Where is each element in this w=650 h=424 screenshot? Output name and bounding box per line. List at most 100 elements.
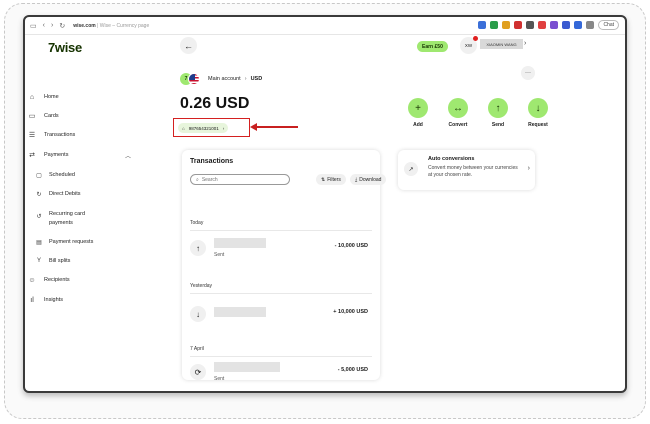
search-box[interactable]: ⌕ [190, 174, 290, 185]
filters-label: Filters [327, 176, 341, 183]
sidebar-item-bill-splits[interactable]: Y Bill splits [36, 257, 70, 265]
sidebar-item-scheduled[interactable]: ▢ Scheduled [36, 171, 75, 179]
us-flag-icon [188, 73, 200, 85]
sidebar-item-label: Home [44, 94, 59, 100]
transaction-status: Sent [214, 376, 225, 382]
auto-conversions-card[interactable]: ↗ Auto conversions Convert money between… [398, 150, 535, 190]
extension-icon[interactable] [574, 21, 583, 29]
recipient-name-redacted [214, 238, 266, 248]
search-input[interactable] [201, 176, 282, 183]
add-button[interactable]: + Add [403, 98, 433, 128]
forward-arrow-icon[interactable]: › [51, 22, 53, 29]
filters-button[interactable]: ⇅ Filters [316, 174, 346, 185]
arrow-down-icon: ↓ [528, 98, 548, 118]
transaction-row[interactable]: ↑ Sent - 10,000 USD [190, 238, 372, 272]
refresh-icon: ↻ [36, 191, 42, 198]
sidebar-item-label: Recipients [44, 277, 70, 283]
request-label: Request [528, 122, 548, 128]
list-icon: ☰ [28, 132, 36, 139]
sidebar-item-cards[interactable]: ▭ Cards [28, 112, 59, 120]
sidebar-toggle-icon[interactable]: ▭ [30, 22, 37, 30]
transactions-card: Transactions ⌕ ⇅ Filters ⤓ Download Toda… [182, 150, 387, 382]
sidebar-item-home[interactable]: ⌂ Home [28, 93, 59, 101]
earn-referral-button[interactable]: Earn £50 [417, 41, 448, 52]
arrow-left-icon: ← [184, 40, 193, 51]
address-bar[interactable]: wise.com | Wise – Currency page [73, 23, 149, 29]
sidebar-item-label-line1: Recurring card [49, 211, 86, 217]
sidebar-item-insights[interactable]: ıl Insights [28, 296, 63, 304]
sidebar-item-recipients[interactable]: ☺ Recipients [28, 276, 70, 284]
sidebar-item-label: Recurring card payments [49, 210, 85, 228]
extension-icon[interactable] [562, 21, 571, 29]
browser-toolbar: ▭ ‹ › ↻ wise.com | Wise – Currency page … [25, 17, 625, 35]
sidebar-item-label-line2: payments [49, 220, 73, 226]
url-host: wise.com [73, 22, 96, 29]
transaction-row[interactable]: ⟳ Sent - 5,000 USD [190, 362, 372, 396]
download-icon: ⤓ [355, 176, 358, 183]
transaction-amount: - 10,000 USD [334, 243, 368, 249]
download-label: Download [359, 176, 382, 183]
home-icon: ⌂ [29, 93, 35, 101]
sidebar-item-transactions[interactable]: ☰ Transactions [28, 131, 75, 139]
breadcrumb-separator-icon: › [244, 76, 247, 82]
extension-icon[interactable] [478, 21, 487, 29]
wise-logo[interactable]: 7wise [48, 40, 82, 55]
sidebar-item-payment-requests[interactable]: ▤ Payment requests [36, 238, 93, 246]
trend-arrow-icon: ↗ [404, 162, 418, 176]
convert-arrows-icon: ↔ [448, 98, 468, 118]
auto-conversions-title: Auto conversions [428, 156, 475, 162]
extension-icon[interactable] [502, 21, 511, 29]
sidebar-item-payments[interactable]: ⇄ Payments [28, 151, 68, 159]
add-label: Add [413, 122, 423, 128]
user-name[interactable]: XIAOMIN WANG [480, 39, 523, 49]
back-arrow-icon[interactable]: ‹ [43, 22, 45, 29]
arrow-up-icon: ↑ [488, 98, 508, 118]
request-button[interactable]: ↓ Request [523, 98, 553, 128]
transaction-row[interactable]: ↓ + 10,000 USD [190, 304, 372, 338]
browser-nav: ▭ ‹ › ↻ [30, 22, 65, 30]
divider [190, 356, 372, 357]
breadcrumb-parent[interactable]: Main account [208, 76, 241, 82]
account-flags: 7 [180, 73, 202, 85]
sidebar-item-recurring-card-payments[interactable]: ↺ Recurring card payments [36, 210, 85, 228]
extension-icon[interactable] [538, 21, 547, 29]
extension-icon[interactable] [550, 21, 559, 29]
chevron-up-icon[interactable]: ︿ [125, 151, 131, 160]
chevron-right-icon[interactable]: › [524, 40, 526, 47]
auto-conversions-description: Convert money between your currencies at… [428, 165, 518, 178]
recurring-icon: ↺ [36, 213, 42, 220]
card-icon: ▭ [28, 113, 36, 120]
extensions-bar: Chat [478, 20, 619, 30]
transactions-title: Transactions [190, 158, 234, 165]
send-label: Send [491, 122, 505, 128]
extension-icon[interactable] [586, 21, 595, 29]
divider [190, 230, 372, 231]
sidebar-item-label: Scheduled [49, 172, 75, 178]
breadcrumb: 7 Main account › USD [180, 73, 262, 85]
convert-cycle-icon: ⟳ [190, 364, 206, 380]
request-icon: ▤ [36, 239, 42, 246]
account-number: 987654321001 [188, 125, 219, 131]
recipient-name-redacted [214, 362, 280, 372]
sidebar-item-label: Cards [44, 113, 59, 119]
calendar-icon: ▢ [36, 172, 42, 179]
sidebar-item-label: Insights [44, 297, 63, 303]
sidebar-item-direct-debits[interactable]: ↻ Direct Debits [36, 190, 80, 198]
download-button[interactable]: ⤓ Download [350, 174, 387, 185]
extension-icon[interactable] [526, 21, 535, 29]
chat-button[interactable]: Chat [598, 20, 619, 30]
more-options-button[interactable]: ··· [521, 66, 535, 80]
extension-icon[interactable] [490, 21, 499, 29]
breadcrumb-current: USD [250, 76, 263, 82]
reload-icon[interactable]: ↻ [59, 22, 65, 30]
transaction-amount: - 5,000 USD [337, 367, 368, 373]
send-button[interactable]: ↑ Send [483, 98, 513, 128]
sidebar-item-label: Transactions [44, 132, 76, 138]
date-group-label: Yesterday [190, 283, 213, 289]
account-number-pill[interactable]: ⌂ 987654321001 › [178, 123, 229, 133]
convert-button[interactable]: ↔ Convert [443, 98, 473, 128]
bank-icon: ⌂ [182, 125, 185, 131]
extension-icon[interactable] [514, 21, 523, 29]
payments-icon: ⇄ [29, 152, 35, 159]
back-button[interactable]: ← [180, 37, 197, 54]
